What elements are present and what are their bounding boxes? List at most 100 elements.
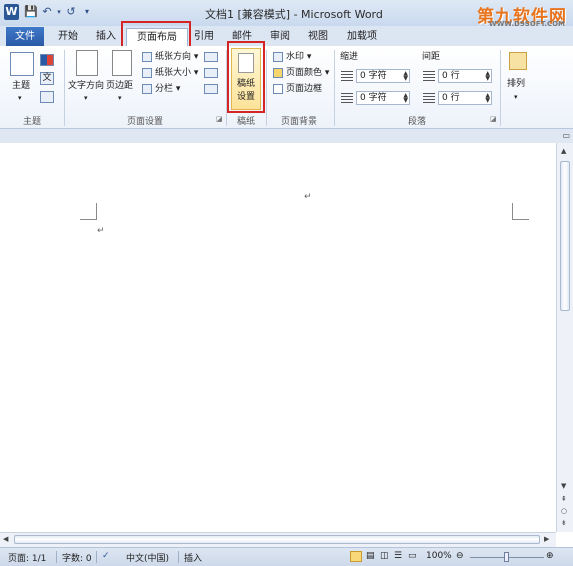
margins-label[interactable]: 页边距 <box>106 81 133 92</box>
spin-down-icon[interactable]: ▼ <box>485 98 490 104</box>
status-bar: 页面: 1/1 字数: 0 ✓ 中文(中国) 插入 ▤ ◫ ☰ ▭ 100% ⊖… <box>0 547 573 566</box>
page-setup-group-label: 页面设置 <box>126 117 163 127</box>
size-icon <box>142 68 152 78</box>
page-color-icon <box>273 68 283 78</box>
status-divider <box>96 551 97 563</box>
themes-icon[interactable] <box>10 52 34 76</box>
spin-down-icon[interactable]: ▼ <box>485 76 490 82</box>
indent-heading: 缩进 <box>340 52 359 62</box>
spin-down-icon[interactable]: ▼ <box>403 76 408 82</box>
previous-page-icon[interactable]: ⇞ <box>561 495 567 503</box>
horizontal-scrollbar[interactable]: ◀ ▶ <box>0 532 556 547</box>
select-browse-object-icon[interactable]: ○ <box>561 507 567 515</box>
hyphenation-icon[interactable] <box>204 84 218 94</box>
columns-icon <box>142 84 152 94</box>
arrange-icon[interactable] <box>509 52 527 70</box>
group-divider <box>64 50 65 126</box>
tab-insert[interactable]: 插入 <box>92 28 120 45</box>
draft-view-icon[interactable]: ▭ <box>408 551 417 561</box>
ruler-toggle-icon[interactable]: ▭ <box>562 131 570 140</box>
paragraph-group-label: 段落 <box>407 117 426 127</box>
status-divider <box>56 551 57 563</box>
size-label: 纸张大小 <box>155 68 192 78</box>
indent-right-icon <box>341 93 353 103</box>
tab-home[interactable]: 开始 <box>54 28 82 45</box>
horizontal-scroll-thumb[interactable] <box>14 535 540 544</box>
redo-icon[interactable]: ↺ <box>64 5 78 19</box>
vertical-scrollbar[interactable]: ▲ ▼ ⇞ ○ ⇟ <box>556 143 573 532</box>
zoom-level[interactable]: 100% <box>426 551 452 561</box>
orientation-button[interactable]: 纸张方向 ▾ <box>155 52 198 63</box>
arrange-label[interactable]: 排列 <box>507 79 525 90</box>
themes-label[interactable]: 主题 <box>12 81 30 92</box>
crop-mark-right <box>512 203 529 220</box>
theme-effects-icon[interactable] <box>40 91 54 103</box>
margins-icon[interactable] <box>112 50 132 76</box>
themes-dropdown-icon[interactable]: ▾ <box>18 93 22 104</box>
web-layout-view-icon[interactable]: ◫ <box>380 551 389 561</box>
indent-left-input[interactable]: 0 字符 ▲ ▼ <box>356 69 410 83</box>
spacing-before-input[interactable]: 0 行 ▲ ▼ <box>438 69 492 83</box>
spacing-before-icon <box>423 71 435 81</box>
word-app-icon[interactable]: W <box>4 4 19 20</box>
full-screen-reading-view-icon[interactable]: ▤ <box>366 551 375 561</box>
margins-dropdown-icon[interactable]: ▾ <box>118 93 122 104</box>
print-layout-view-icon[interactable] <box>350 551 362 562</box>
customize-quick-access-icon[interactable]: ▾ <box>80 5 94 19</box>
crop-mark-left <box>80 203 97 220</box>
text-direction-icon[interactable] <box>76 50 98 76</box>
scroll-left-icon[interactable]: ◀ <box>3 535 8 543</box>
tab-addins[interactable]: 加载项 <box>344 28 380 45</box>
header-paragraph-mark: ↵ <box>304 192 312 202</box>
scroll-up-icon[interactable]: ▲ <box>561 147 566 155</box>
scroll-down-icon[interactable]: ▼ <box>561 482 566 490</box>
page-setup-dialog-launcher-icon[interactable]: ◪ <box>216 114 223 125</box>
spacing-before-value: 0 行 <box>442 71 460 81</box>
language-status[interactable]: 中文(中国) <box>126 551 169 564</box>
zoom-slider-thumb[interactable] <box>504 552 509 562</box>
page-background-group-label: 页面背景 <box>280 117 317 127</box>
watermark-button[interactable]: 水印 ▾ <box>286 52 311 63</box>
indent-right-input[interactable]: 0 字符 ▲ ▼ <box>356 91 410 105</box>
spacing-after-input[interactable]: 0 行 ▲ ▼ <box>438 91 492 105</box>
outline-view-icon[interactable]: ☰ <box>394 551 402 561</box>
orientation-label: 纸张方向 <box>155 52 192 62</box>
arrange-dropdown-icon[interactable]: ▾ <box>514 92 518 103</box>
line-numbers-icon[interactable] <box>204 68 218 78</box>
indent-right-value: 0 字符 <box>360 93 387 103</box>
vertical-scroll-thumb[interactable] <box>560 161 570 311</box>
next-page-icon[interactable]: ⇟ <box>561 519 567 527</box>
spacing-heading: 间距 <box>422 52 441 62</box>
save-icon[interactable]: 💾 <box>24 5 38 19</box>
ribbon-tabs: 文件 开始 插入 页面布局 引用 邮件 审阅 视图 加载项 <box>0 26 573 47</box>
word-count-status[interactable]: 字数: 0 <box>62 551 92 564</box>
spin-down-icon[interactable]: ▼ <box>403 98 408 104</box>
body-paragraph-mark: ↵ <box>97 226 105 236</box>
page-border-button[interactable]: 页面边框 <box>286 84 322 95</box>
insert-mode-status[interactable]: 插入 <box>184 551 202 564</box>
group-divider <box>334 50 335 126</box>
tab-file[interactable]: 文件 <box>6 27 44 46</box>
tab-view[interactable]: 视图 <box>306 28 330 45</box>
page-color-button[interactable]: 页面颜色 ▾ <box>286 68 329 79</box>
size-button[interactable]: 纸张大小 ▾ <box>155 68 198 79</box>
zoom-in-icon[interactable]: ⊕ <box>546 551 554 561</box>
window-title: 文档1 [兼容模式] - Microsoft Word <box>205 8 383 21</box>
watermark-icon <box>273 52 283 62</box>
scroll-right-icon[interactable]: ▶ <box>544 535 549 543</box>
tab-review[interactable]: 审阅 <box>268 28 292 45</box>
proofing-icon[interactable]: ✓ <box>102 551 110 561</box>
ruler-strip: ▭ <box>0 129 573 144</box>
theme-fonts-icon[interactable]: 文 <box>40 72 54 85</box>
text-direction-dropdown-icon[interactable]: ▾ <box>84 93 88 104</box>
paragraph-dialog-launcher-icon[interactable]: ◪ <box>490 114 497 125</box>
columns-button[interactable]: 分栏 ▾ <box>155 84 180 95</box>
page-count-status[interactable]: 页面: 1/1 <box>8 551 46 564</box>
text-direction-label[interactable]: 文字方向 <box>68 81 104 92</box>
zoom-out-icon[interactable]: ⊖ <box>456 551 464 561</box>
document-page[interactable]: ↵ ↵ <box>0 143 556 532</box>
tab-references[interactable]: 引用 <box>192 28 216 45</box>
watermark-label: 水印 <box>286 52 305 62</box>
theme-colors-icon[interactable] <box>40 54 54 66</box>
breaks-icon[interactable] <box>204 52 218 62</box>
